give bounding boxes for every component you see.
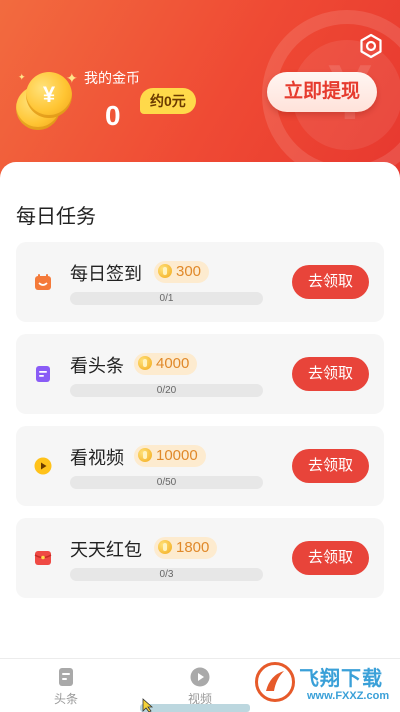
article-icon	[59, 668, 73, 686]
claim-button[interactable]: 去领取	[292, 265, 369, 299]
reward-badge: 1800	[154, 537, 218, 559]
task-card-red-envelope: 天天红包 1800 0/3 去领取	[16, 518, 384, 598]
claim-button[interactable]: 去领取	[292, 449, 369, 483]
daily-tasks-panel: 每日任务 每日签到 300 0/1 去领取 看头条 4000 0/20 去领取 …	[0, 162, 400, 658]
withdraw-button[interactable]: 立即提现	[267, 72, 377, 112]
cash-equivalent-badge: 约0元	[140, 88, 196, 114]
watermark-logo-icon	[255, 662, 295, 702]
gear-icon[interactable]	[358, 33, 384, 59]
task-name: 看视频	[70, 448, 124, 468]
claim-button[interactable]: 去领取	[292, 541, 369, 575]
claim-button[interactable]: 去领取	[292, 357, 369, 391]
coin-icon	[138, 448, 152, 462]
play-circle-icon	[190, 667, 210, 687]
gold-label: 我的金币	[84, 70, 140, 86]
watermark: 飞翔下载 www.FXXZ.com	[255, 660, 400, 712]
tab-label: 头条	[53, 692, 78, 706]
cursor-icon	[142, 698, 154, 712]
section-title: 每日任务	[16, 206, 96, 228]
play-icon	[34, 457, 52, 475]
gold-coins-icon: ¥ ✦ ✦	[16, 68, 78, 130]
reward-badge: 4000	[134, 353, 198, 375]
progress-text: 0/3	[159, 569, 174, 580]
task-card-video: 看视频 10000 0/50 去领取	[16, 426, 384, 506]
task-name: 看头条	[70, 356, 124, 376]
red-envelope-icon	[34, 549, 52, 567]
home-indicator	[140, 704, 250, 712]
progress-text: 0/20	[156, 385, 177, 396]
tab-news[interactable]: 头条	[36, 667, 96, 711]
article-icon	[34, 365, 52, 383]
task-card-news: 看头条 4000 0/20 去领取	[16, 334, 384, 414]
calendar-icon	[34, 273, 52, 291]
reward-badge: 300	[154, 261, 210, 283]
task-name: 天天红包	[70, 540, 142, 560]
progress-text: 0/50	[156, 477, 177, 488]
watermark-url: www.FXXZ.com	[307, 690, 390, 702]
reward-badge: 10000	[134, 445, 206, 467]
wallet-header: ¥ ¥ ✦ ✦ 我的金币 0 约0元 立即提现	[0, 0, 400, 185]
coin-icon	[158, 264, 172, 278]
coin-icon	[138, 356, 152, 370]
gold-balance: 0	[105, 100, 121, 131]
task-name: 每日签到	[70, 264, 142, 284]
coin-icon	[158, 540, 172, 554]
progress-text: 0/1	[159, 293, 174, 304]
task-card-checkin: 每日签到 300 0/1 去领取	[16, 242, 384, 322]
watermark-title: 飞翔下载	[299, 668, 383, 690]
